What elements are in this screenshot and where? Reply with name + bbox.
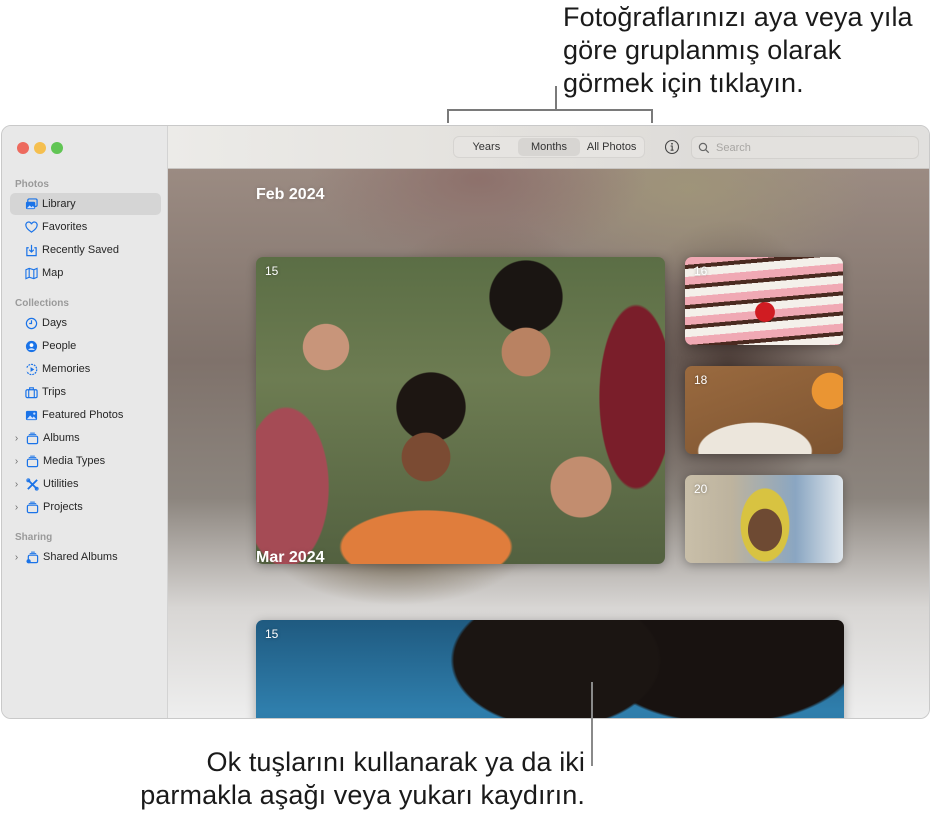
sidebar-item-library[interactable]: Library: [10, 193, 161, 215]
photo-icon: [22, 408, 40, 422]
photo-tile-food[interactable]: 18: [685, 366, 843, 454]
sidebar-item-label: Library: [42, 198, 76, 210]
person-circle-icon: [22, 339, 40, 353]
sidebar-section-collections: Collections: [15, 298, 69, 309]
month-title: Feb 2024: [256, 186, 325, 203]
chevron-right-icon[interactable]: ›: [10, 479, 23, 490]
sidebar-item-label: Shared Albums: [43, 551, 118, 563]
search-input[interactable]: [716, 141, 906, 154]
view-segmented-control: Years Months All Photos: [453, 136, 645, 158]
album-stack-icon: [23, 454, 41, 468]
sidebar-item-label: Days: [42, 317, 68, 329]
callout-top-leader-bracket: [447, 109, 653, 111]
photo-day-label: 15: [265, 627, 279, 641]
month-title: Mar 2024: [256, 549, 325, 566]
sidebar-item-albums[interactable]: › Albums: [10, 427, 161, 449]
sidebar-item-people[interactable]: People: [10, 335, 161, 357]
photo-tile-cake[interactable]: 16: [685, 257, 843, 345]
photo-library-icon: [22, 197, 40, 211]
sidebar-item-days[interactable]: Days: [10, 312, 161, 334]
chevron-right-icon[interactable]: ›: [10, 552, 23, 563]
sidebar-item-label: Recently Saved: [42, 244, 120, 256]
photo-tile-curly-hair[interactable]: 15: [256, 620, 844, 718]
sidebar-section-photos: Photos: [15, 179, 49, 190]
callout-top-leader-left: [447, 109, 449, 123]
suitcase-icon: [22, 385, 40, 399]
sidebar-item-label: Albums: [43, 432, 80, 444]
sidebar-item-favorites[interactable]: Favorites: [10, 216, 161, 238]
map-icon: [22, 266, 40, 280]
all-photos-tab[interactable]: All Photos: [580, 138, 643, 156]
years-tab[interactable]: Years: [455, 138, 518, 156]
sidebar-item-label: Featured Photos: [42, 409, 124, 421]
sidebar-item-memories[interactable]: Memories: [10, 358, 161, 380]
sidebar-item-label: Memories: [42, 363, 91, 375]
close-button[interactable]: [17, 142, 29, 154]
search-icon: [698, 142, 710, 153]
sidebar-item-label: Trips: [42, 386, 67, 398]
clock-icon: [22, 316, 40, 330]
library-content: Years Months All Photos Feb 2024 15 16 1…: [168, 126, 929, 718]
photo-grid-scroll-area[interactable]: Feb 2024 15 16 18 20 Mar 2024 15: [168, 169, 929, 718]
sidebar-item-trips[interactable]: Trips: [10, 381, 161, 403]
search-field[interactable]: [691, 136, 919, 159]
sidebar-item-media-types[interactable]: › Media Types: [10, 450, 161, 472]
sidebar-item-label: People: [42, 340, 77, 352]
sidebar-item-shared-albums[interactable]: › Shared Albums: [10, 546, 161, 568]
sidebar-item-label: Projects: [43, 501, 83, 513]
sidebar-item-projects[interactable]: › Projects: [10, 496, 161, 518]
callout-top-leader-right: [651, 109, 653, 123]
chevron-right-icon[interactable]: ›: [10, 502, 23, 513]
callout-scroll: Ok tuşlarını kullanarak ya da iki parmak…: [140, 747, 585, 810]
photo-day-label: 20: [694, 482, 708, 496]
sidebar-item-featured-photos[interactable]: Featured Photos: [10, 404, 161, 426]
sidebar-item-utilities[interactable]: › Utilities: [10, 473, 161, 495]
photo-day-label: 18: [694, 373, 708, 387]
memories-play-icon: [22, 362, 40, 376]
sidebar-item-label: Media Types: [43, 455, 106, 467]
photo-tile-group-selfie[interactable]: 15: [256, 257, 665, 564]
photo-day-label: 15: [265, 264, 279, 278]
zoom-button[interactable]: [51, 142, 63, 154]
minimize-button[interactable]: [34, 142, 46, 154]
months-tab[interactable]: Months: [517, 138, 581, 156]
album-stack-icon: [23, 500, 41, 514]
photos-window: Photos Library Favorites Recently Saved …: [1, 125, 930, 719]
toolbar: Years Months All Photos: [168, 126, 929, 169]
info-circle-icon: [664, 139, 680, 155]
tray-download-icon: [22, 243, 40, 257]
shared-album-icon: [23, 550, 41, 564]
callout-top-leader-vertical: [555, 86, 557, 110]
info-button[interactable]: [663, 138, 681, 156]
sidebar-item-label: Favorites: [42, 221, 88, 233]
album-stack-icon: [23, 431, 41, 445]
callout-view-options: Fotoğraflarınızı aya veya yıla göre grup…: [563, 2, 913, 98]
heart-icon: [22, 220, 40, 234]
photo-tile-person-beach[interactable]: 20: [685, 475, 843, 563]
chevron-right-icon[interactable]: ›: [10, 433, 23, 444]
callout-bottom-leader: [591, 682, 593, 766]
tools-icon: [23, 477, 41, 491]
sidebar-section-sharing: Sharing: [15, 532, 53, 543]
sidebar-item-label: Map: [42, 267, 64, 279]
sidebar-item-map[interactable]: Map: [10, 262, 161, 284]
sidebar: Photos Library Favorites Recently Saved …: [2, 126, 168, 718]
sidebar-item-label: Utilities: [43, 478, 79, 490]
sidebar-item-recently-saved[interactable]: Recently Saved: [10, 239, 161, 261]
chevron-right-icon[interactable]: ›: [10, 456, 23, 467]
photo-day-label: 16: [694, 264, 708, 278]
